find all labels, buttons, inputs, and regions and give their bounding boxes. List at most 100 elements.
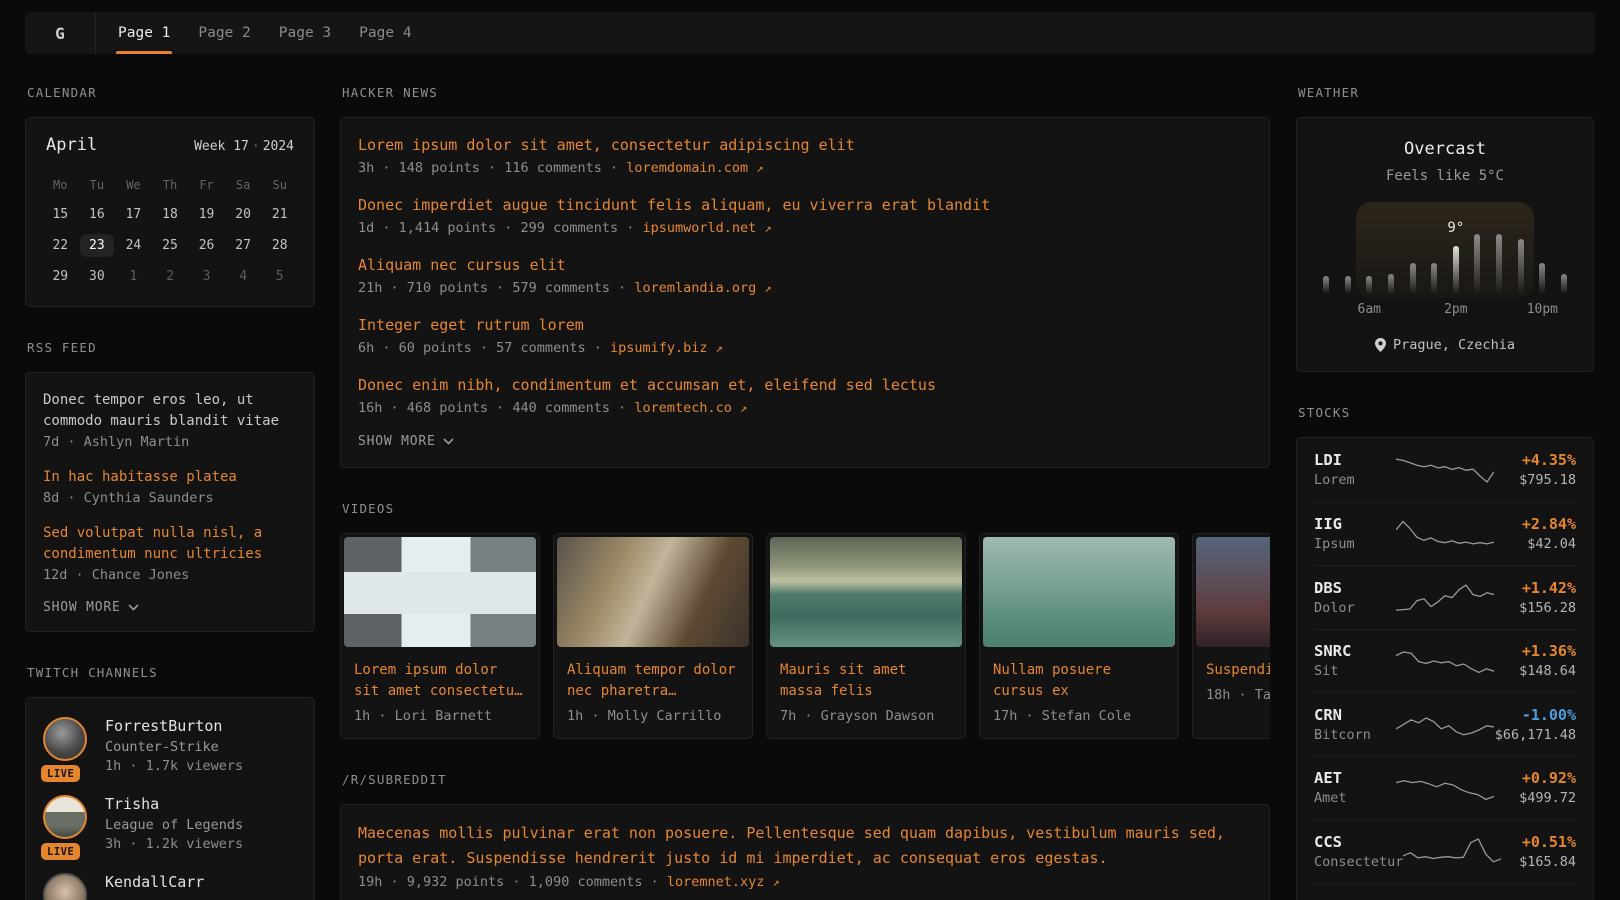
rss-section-label: RSS FEED xyxy=(27,340,315,355)
twitch-channel-name[interactable]: Trisha xyxy=(105,795,243,813)
rss-item-meta: 7d · Ashlyn Martin xyxy=(43,434,297,450)
calendar-day-other-month[interactable]: 5 xyxy=(261,261,298,292)
video-thumbnail[interactable] xyxy=(557,537,749,647)
video-meta: 17h · Stefan Cole xyxy=(993,708,1165,724)
calendar-day[interactable]: 24 xyxy=(115,230,152,261)
hn-item: Donec imperdiet augue tincidunt felis al… xyxy=(358,194,1252,236)
video-title[interactable]: Lorem ipsum dolor sit amet consectetu… xyxy=(354,660,526,702)
calendar-day-other-month[interactable]: 2 xyxy=(152,261,189,292)
calendar-day[interactable]: 15 xyxy=(42,199,79,230)
hn-item: Aliquam nec cursus elit 21h · 710 points… xyxy=(358,254,1252,296)
subreddit-widget: Maecenas mollis pulvinar erat non posuer… xyxy=(340,804,1270,900)
stock-symbol[interactable]: SNRC xyxy=(1314,642,1396,660)
hn-item-title[interactable]: Integer eget rutrum lorem xyxy=(358,314,1252,337)
weather-hour-labels: 6am2pm10pm xyxy=(1323,302,1567,320)
hn-item-domain[interactable]: ipsumify.biz xyxy=(610,340,708,356)
rss-item: Donec tempor eros leo, ut commodo mauris… xyxy=(43,390,297,450)
videos-section: VIDEOS Lorem ipsum dolor sit amet consec… xyxy=(340,501,1270,739)
calendar-day[interactable]: 30 xyxy=(79,261,116,292)
tab-page-1[interactable]: Page 1 xyxy=(104,12,184,54)
calendar-day[interactable]: 28 xyxy=(261,230,298,261)
calendar-day[interactable]: 18 xyxy=(152,199,189,230)
video-card: Nullam posuere cursus ex 17h · Stefan Co… xyxy=(979,533,1179,739)
stock-symbol[interactable]: LDI xyxy=(1314,451,1396,469)
calendar-day[interactable]: 20 xyxy=(225,199,262,230)
hn-item-title[interactable]: Aliquam nec cursus elit xyxy=(358,254,1252,277)
reddit-post: Maecenas mollis pulvinar erat non posuer… xyxy=(358,821,1252,890)
twitch-channel-name[interactable]: ForrestBurton xyxy=(105,717,243,735)
reddit-post-domain[interactable]: loremnet.xyz xyxy=(667,874,765,890)
hn-show-more-button[interactable]: SHOW MORE xyxy=(358,434,1252,449)
calendar-day-other-month[interactable]: 4 xyxy=(225,261,262,292)
tab-page-4[interactable]: Page 4 xyxy=(345,12,425,54)
videos-section-label: VIDEOS xyxy=(342,501,1270,516)
hn-item-domain[interactable]: ipsumworld.net xyxy=(642,220,756,236)
stock-symbol[interactable]: CCS xyxy=(1314,833,1403,851)
reddit-post-title[interactable]: Maecenas mollis pulvinar erat non posuer… xyxy=(358,821,1252,871)
app-logo[interactable]: G xyxy=(25,12,96,54)
video-title[interactable]: Suspendisse diam xyxy=(1206,660,1270,681)
stock-symbol[interactable]: IIG xyxy=(1314,515,1396,533)
hn-item-title[interactable]: Lorem ipsum dolor sit amet, consectetur … xyxy=(358,134,1252,157)
live-badge: LIVE xyxy=(41,765,80,782)
video-thumbnail[interactable] xyxy=(983,537,1175,647)
weather-location: Prague, Czechia xyxy=(1313,337,1577,353)
stock-price: $66,171.48 xyxy=(1494,727,1576,743)
calendar-day[interactable]: 22 xyxy=(42,230,79,261)
stock-sparkline xyxy=(1396,516,1494,552)
calendar-day[interactable]: 27 xyxy=(225,230,262,261)
calendar-day-other-month[interactable]: 1 xyxy=(115,261,152,292)
rss-item-title[interactable]: Sed volutpat nulla nisl, a condimentum n… xyxy=(43,523,297,565)
hackernews-section: HACKER NEWS Lorem ipsum dolor sit amet, … xyxy=(340,85,1270,468)
rss-item-title[interactable]: In hac habitasse platea xyxy=(43,467,297,488)
rss-show-more-button[interactable]: SHOW MORE xyxy=(43,600,297,615)
calendar-day-other-month[interactable]: 3 xyxy=(188,261,225,292)
right-column: WEATHER Overcast Feels like 5°C 9° 6am2p… xyxy=(1296,85,1594,900)
twitch-channel-name[interactable]: KendallCarr xyxy=(105,873,204,891)
video-title[interactable]: Nullam posuere cursus ex xyxy=(993,660,1165,702)
hn-item-domain[interactable]: loremtech.co xyxy=(634,400,732,416)
avatar[interactable] xyxy=(43,873,87,900)
calendar-day[interactable]: 19 xyxy=(188,199,225,230)
stock-price: $148.64 xyxy=(1494,663,1576,679)
video-thumbnail[interactable] xyxy=(770,537,962,647)
hn-item-title[interactable]: Donec imperdiet augue tincidunt felis al… xyxy=(358,194,1252,217)
calendar-day[interactable]: 26 xyxy=(188,230,225,261)
video-title[interactable]: Mauris sit amet massa felis xyxy=(780,660,952,702)
calendar-day[interactable]: 25 xyxy=(152,230,189,261)
page-tabs: Page 1 Page 2 Page 3 Page 4 xyxy=(104,12,426,54)
day-header: Fr xyxy=(188,171,225,199)
hn-item-meta: 3h · 148 points · 116 comments · loremdo… xyxy=(358,160,1252,176)
calendar-day[interactable]: 21 xyxy=(261,199,298,230)
calendar-day-selected[interactable]: 23 xyxy=(79,230,116,261)
hn-item-title[interactable]: Donec enim nibh, condimentum et accumsan… xyxy=(358,374,1252,397)
current-temp-label: 9° xyxy=(1447,220,1464,236)
top-nav: G Page 1 Page 2 Page 3 Page 4 xyxy=(25,12,1595,54)
tab-page-3[interactable]: Page 3 xyxy=(265,12,345,54)
video-thumbnail[interactable] xyxy=(1196,537,1270,647)
avatar[interactable] xyxy=(43,795,87,839)
stock-row: SNRCSit +1.36%$148.64 xyxy=(1314,629,1576,693)
hn-item-domain[interactable]: loremlandia.org xyxy=(634,280,756,296)
calendar-day[interactable]: 29 xyxy=(42,261,79,292)
video-thumbnail[interactable] xyxy=(344,537,536,647)
video-title[interactable]: Aliquam tempor dolor nec pharetra… xyxy=(567,660,739,702)
stock-symbol[interactable]: CRN xyxy=(1314,706,1396,724)
stock-symbol[interactable]: AET xyxy=(1314,769,1396,787)
twitch-channel-game: League of Legends xyxy=(105,817,243,833)
avatar[interactable] xyxy=(43,717,87,761)
tab-page-2[interactable]: Page 2 xyxy=(184,12,264,54)
chevron-down-icon xyxy=(128,604,139,611)
stock-row: AHS +0.46% xyxy=(1314,883,1576,900)
calendar-month: April xyxy=(46,135,97,155)
calendar-day[interactable]: 17 xyxy=(115,199,152,230)
rss-item-title[interactable]: Donec tempor eros leo, ut commodo mauris… xyxy=(43,390,297,432)
video-card: Mauris sit amet massa felis 7h · Grayson… xyxy=(766,533,966,739)
weather-section-label: WEATHER xyxy=(1298,85,1594,100)
calendar-section-label: CALENDAR xyxy=(27,85,315,100)
calendar-day[interactable]: 16 xyxy=(79,199,116,230)
hn-item-domain[interactable]: loremdomain.com xyxy=(626,160,748,176)
stock-symbol[interactable]: DBS xyxy=(1314,579,1396,597)
twitch-channel: LIVE ForrestBurton Counter-Strike 1h · 1… xyxy=(43,717,297,774)
show-more-label: SHOW MORE xyxy=(358,434,436,449)
